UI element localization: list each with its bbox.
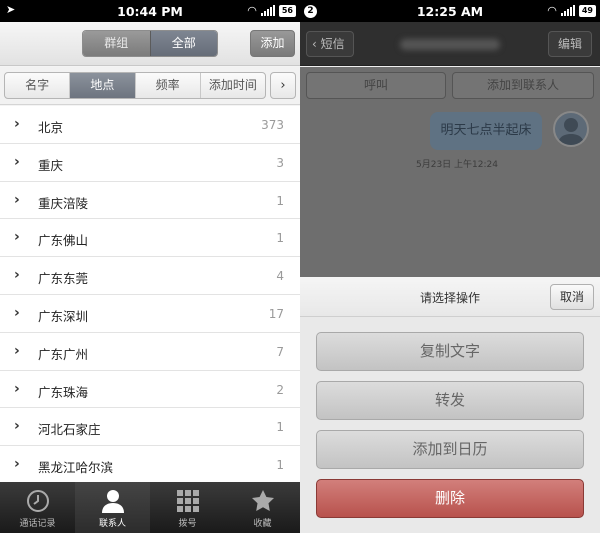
list-item[interactable]: › 河北石家庄 1 — [0, 408, 300, 447]
wifi-icon: ◠ — [547, 4, 557, 17]
list-item[interactable]: › 广东东莞 4 — [0, 257, 300, 295]
copy-text-button[interactable]: 复制文字 — [316, 332, 584, 371]
list-item[interactable]: › 重庆涪陵 1 — [0, 182, 300, 220]
tab-dialpad[interactable]: 拨号 — [150, 482, 225, 533]
sort-tab-name[interactable]: 名字 — [5, 73, 69, 98]
action-sheet: 请选择操作 取消 复制文字 转发 添加到日历 删除 — [300, 277, 600, 533]
add-to-calendar-button[interactable]: 添加到日历 — [316, 430, 584, 469]
edit-button[interactable]: 编辑 — [548, 31, 592, 57]
contact-count: 17 — [268, 306, 284, 321]
contact-count: 7 — [276, 344, 284, 359]
location-name: 河北石家庄 — [38, 422, 101, 438]
chevron-right-icon: › — [14, 116, 20, 132]
list-item[interactable]: › 北京 373 — [0, 106, 300, 144]
message-header: ‹ 短信 编辑 — [300, 22, 600, 66]
location-name: 黑龙江哈尔滨 — [38, 460, 114, 476]
person-icon — [101, 489, 124, 513]
add-to-contacts-button[interactable]: 添加到联系人 — [452, 72, 594, 99]
bottom-tab-bar: 通话记录 联系人 拨号 收藏 — [0, 482, 300, 533]
sort-tabs: 名字 地点 频率 添加时间 — [4, 72, 266, 99]
back-button[interactable]: ‹ 短信 — [306, 31, 354, 57]
back-label: 短信 — [320, 37, 345, 51]
contacts-header: 群组 全部 添加 — [0, 22, 300, 66]
sort-tab-added-time[interactable]: 添加时间 — [199, 73, 265, 98]
clock-icon — [26, 489, 49, 512]
signal-icon — [560, 5, 575, 16]
status-bar: ➤ 10:44 PM ◠ 56 — [0, 0, 300, 22]
contact-count: 1 — [276, 231, 284, 246]
chevron-right-icon: › — [14, 191, 20, 208]
location-name: 广东佛山 — [38, 233, 89, 249]
avatar — [553, 111, 589, 147]
contact-count: 1 — [276, 458, 284, 473]
tab-label: 通话记录 — [19, 519, 56, 529]
battery-level: 56 — [278, 4, 296, 17]
contacts-screen: ➤ 10:44 PM ◠ 56 群组 全部 添加 名字 地点 频率 添加时间 ›… — [0, 0, 300, 533]
contact-count: 4 — [276, 269, 284, 284]
chevron-right-icon: › — [14, 456, 20, 473]
location-name: 广东东莞 — [38, 271, 89, 287]
contact-count: 373 — [261, 118, 284, 132]
chevron-right-icon: › — [14, 342, 20, 359]
tab-contacts[interactable]: 联系人 — [75, 482, 150, 533]
location-name: 广东珠海 — [38, 384, 89, 400]
contact-count: 1 — [276, 193, 284, 208]
contact-name-blurred — [400, 39, 500, 50]
seg-groups[interactable]: 群组 — [83, 31, 150, 56]
delete-button[interactable]: 删除 — [316, 479, 584, 518]
location-name: 广东深圳 — [38, 308, 89, 324]
group-toggle: 群组 全部 — [82, 30, 218, 57]
chevron-right-icon: › — [14, 304, 20, 321]
action-sheet-header: 请选择操作 取消 — [300, 277, 600, 317]
conversation-area: 呼叫 添加到联系人 明天七点半起床 5月23日 上午12:24 — [300, 67, 600, 277]
tab-call-log[interactable]: 通话记录 — [0, 482, 75, 533]
list-item[interactable]: › 广东佛山 1 — [0, 219, 300, 258]
location-name: 重庆 — [38, 157, 64, 173]
sort-tab-location[interactable]: 地点 — [69, 73, 135, 98]
sort-more-button[interactable]: › — [270, 72, 296, 99]
message-timestamp: 5月23日 上午12:24 — [416, 160, 498, 170]
star-icon — [251, 489, 274, 511]
chevron-right-icon: › — [14, 153, 20, 170]
contact-count: 1 — [276, 420, 284, 435]
list-item[interactable]: › 广东深圳 17 — [0, 295, 300, 333]
message-bubble[interactable]: 明天七点半起床 — [430, 112, 542, 150]
location-name: 北京 — [38, 120, 64, 135]
list-item[interactable]: › 广东珠海 2 — [0, 371, 300, 409]
person-icon — [558, 118, 584, 145]
chevron-right-icon: › — [14, 267, 20, 284]
list-item[interactable]: › 重庆 3 — [0, 144, 300, 182]
sort-bar: 名字 地点 频率 添加时间 › — [0, 67, 300, 105]
location-list: › 北京 373 › 重庆 3 › 重庆涪陵 1 › 广东佛山 1 › 广东东莞 4 › 广东深圳 17… — [0, 106, 300, 482]
battery-level: 49 — [578, 4, 596, 17]
chevron-right-icon: › — [14, 380, 20, 397]
forward-button[interactable]: 转发 — [316, 381, 584, 420]
tab-label: 收藏 — [253, 519, 272, 529]
location-name: 广东广州 — [38, 346, 89, 362]
add-contact-button[interactable]: 添加 — [250, 30, 295, 57]
tab-favorites[interactable]: 收藏 — [225, 482, 300, 533]
dialpad-icon — [176, 489, 199, 512]
list-item[interactable]: › 黑龙江哈尔滨 1 — [0, 446, 300, 482]
chevron-right-icon: › — [14, 229, 20, 246]
signal-icon — [260, 5, 275, 16]
sort-tab-frequency[interactable]: 频率 — [134, 73, 200, 98]
message-screen: 2 12:25 AM ◠ 49 ‹ 短信 编辑 呼叫 添加到联系人 明天七点半起… — [300, 0, 600, 533]
contact-count: 2 — [276, 382, 284, 397]
contact-count: 3 — [276, 155, 284, 170]
tab-label: 联系人 — [98, 519, 126, 529]
call-button[interactable]: 呼叫 — [306, 72, 446, 99]
location-name: 重庆涪陵 — [38, 195, 89, 211]
seg-all[interactable]: 全部 — [149, 31, 217, 56]
cancel-button[interactable]: 取消 — [550, 284, 594, 310]
chevron-right-icon: › — [14, 418, 20, 435]
list-item[interactable]: › 广东广州 7 — [0, 333, 300, 371]
status-bar: 2 12:25 AM ◠ 49 — [300, 0, 600, 22]
tab-label: 拨号 — [178, 519, 197, 529]
wifi-icon: ◠ — [247, 4, 257, 17]
